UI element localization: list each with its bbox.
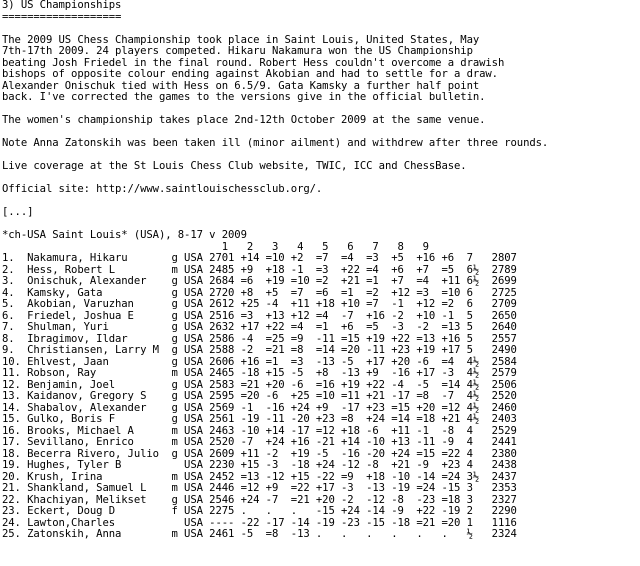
crosstable: 1. Nakamura, Hikaru g USA 2701 +14 =10 +…	[0, 252, 640, 541]
section-heading: 3) US Championships	[2, 0, 122, 11]
crosstable-row: 17. Sevillano, Enrico m USA 2520 -7 +24 …	[2, 436, 517, 448]
intro-paragraph: The 2009 US Chess Championship took plac…	[2, 33, 505, 103]
crosstable-title: *ch-USA Saint Louis* (USA), 8-17 v 2009	[2, 229, 247, 241]
crosstable-row: 13. Kaidanov, Gregory S g USA 2595 =20 -…	[2, 390, 517, 402]
crosstable-row: 15. Gulko, Boris F g USA 2561 -19 -11 -2…	[2, 413, 517, 425]
crosstable-row: 11. Robson, Ray m USA 2465 -18 +15 -5 +8…	[2, 367, 517, 379]
official-site-line: Official site: http://www.saintlouisches…	[2, 183, 323, 195]
crosstable-row: 3. Onischuk, Alexander g USA 2684 =6 +19…	[2, 275, 517, 287]
heading-underline: ===================	[2, 10, 122, 23]
crosstable-row: 1. Nakamura, Hikaru g USA 2701 +14 =10 +…	[2, 252, 517, 264]
womens-championship-note: The women's championship takes place 2nd…	[2, 114, 486, 126]
live-coverage-note: Live coverage at the St Louis Chess Club…	[2, 160, 467, 172]
crosstable-row: 25. Zatonskih, Anna m USA 2461 -5 =8 -13…	[2, 528, 517, 540]
crosstable-row: 9. Christiansen, Larry M g USA 2588 -2 =…	[2, 344, 517, 356]
crosstable-row: 5. Akobian, Varuzhan g USA 2612 +25 -4 +…	[2, 298, 517, 310]
crosstable-row: 23. Eckert, Doug D f USA 2275 . . . -15 …	[2, 505, 517, 517]
crosstable-row: 7. Shulman, Yuri g USA 2632 +17 +22 =4 =…	[2, 321, 517, 333]
crosstable-row: 19. Hughes, Tyler B USA 2230 +15 -3 -18 …	[2, 459, 517, 471]
document-page: 3) US Championships =================== …	[0, 0, 640, 566]
zatonskih-note: Note Anna Zatonskih was been taken ill (…	[2, 137, 549, 149]
ellipsis-marker: [...]	[2, 206, 34, 218]
crosstable-row: 21. Shankland, Samuel L m USA 2446 =12 +…	[2, 482, 517, 494]
